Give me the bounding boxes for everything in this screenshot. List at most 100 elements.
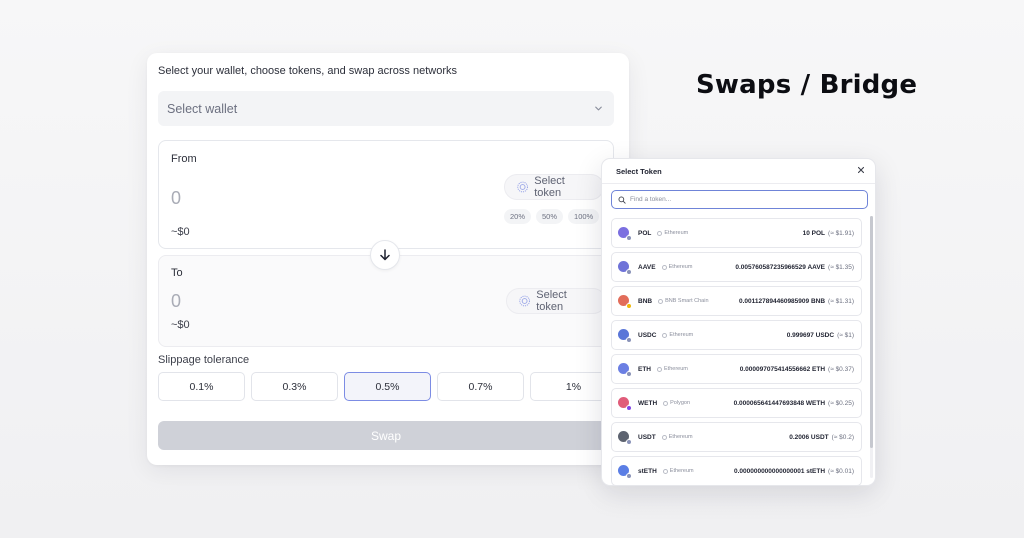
slippage-option[interactable]: 0.3%: [251, 372, 338, 401]
token-network-name: Ethereum: [664, 366, 688, 372]
to-amount: 0: [171, 291, 182, 311]
token-balance-amount: 0.000000000000000001 stETH: [733, 467, 826, 475]
token-logo-icon: [618, 430, 632, 445]
token-logo-icon: [618, 260, 632, 275]
token-row[interactable]: ETH Ethereum 0.000097075414556662 ETH (≈ $0…: [611, 354, 862, 384]
token-logo-icon: [618, 362, 632, 377]
scrollbar-thumb[interactable]: [870, 216, 873, 448]
network-badge-icon: [626, 336, 632, 343]
slippage-title: Slippage tolerance: [158, 354, 250, 366]
token-symbol: POL: [638, 229, 652, 237]
from-amount-input[interactable]: 0: [171, 188, 181, 209]
token-symbol: stETH: [638, 467, 657, 475]
flip-direction-button[interactable]: [370, 240, 400, 270]
network-badge-icon: [626, 472, 632, 479]
to-usd-value: ~$0: [171, 319, 190, 331]
network-icon: [658, 298, 664, 304]
token-symbol: ETH: [638, 365, 651, 373]
token-network: Ethereum: [662, 332, 693, 338]
network-badge-icon: [626, 234, 632, 241]
token-symbol: AAVE: [638, 263, 656, 271]
token-balance: 10 POL (≈ $1.91): [803, 230, 854, 237]
network-icon: [661, 434, 667, 440]
token-balance-usd: (≈ $1.31): [828, 297, 854, 305]
slippage-option[interactable]: 0.1%: [158, 372, 245, 401]
wallet-select[interactable]: Select wallet: [158, 91, 614, 126]
token-balance-amount: 10 POL: [802, 229, 826, 237]
network-icon: [662, 468, 668, 474]
wallet-select-placeholder: Select wallet: [167, 101, 238, 116]
network-icon: [657, 230, 663, 236]
from-select-token-label: Select token: [534, 175, 565, 199]
token-balance-amount: 0.001127894460985909 BNB: [739, 297, 826, 305]
token-list-scrollbar[interactable]: [870, 216, 873, 478]
network-badge-icon: [626, 370, 632, 377]
token-network-name: Polygon: [670, 400, 691, 406]
token-balance-usd: (≈ $1.35): [828, 263, 854, 271]
token-network: Polygon: [663, 400, 690, 406]
arrow-down-icon: [380, 249, 390, 261]
token-row[interactable]: WETH Polygon 0.000065641447693848 WETH (≈ $…: [611, 388, 862, 418]
token-placeholder-icon: [519, 295, 531, 307]
token-network-name: Ethereum: [668, 434, 693, 440]
token-logo-icon: [618, 464, 632, 479]
close-icon[interactable]: [855, 164, 867, 176]
token-network: Ethereum: [661, 434, 693, 440]
network-icon: [663, 400, 669, 406]
token-logo-icon: [618, 328, 632, 343]
token-symbol: BNB: [638, 297, 653, 305]
token-row[interactable]: stETH Ethereum 0.000000000000000001 stETH(…: [611, 456, 862, 485]
token-search-input[interactable]: [630, 196, 850, 203]
token-balance-amount: 0.999697 USDC: [786, 331, 835, 339]
network-icon: [662, 332, 668, 338]
percent-presets: 20% 50% 100%: [504, 209, 600, 224]
token-balance-amount: 0.2006 USDT: [789, 433, 829, 441]
swap-button[interactable]: Swap: [158, 421, 614, 450]
swap-caption: Select your wallet, choose tokens, and s…: [158, 65, 457, 77]
network-badge-icon: [626, 302, 632, 309]
token-balance: 0.005760587235966529 AAVE (≈ $1.35): [735, 264, 854, 271]
token-balance-usd: (≈ $0.2): [831, 433, 854, 441]
token-list: POL Ethereum 10 POL (≈ $1.91) AAVE Ethereum 0.…: [611, 218, 862, 485]
from-panel: From 0 ~$0 Select token 20% 50% 100%: [158, 140, 614, 249]
token-logo-icon: [618, 294, 632, 309]
token-balance-usd: (≈ $0.25): [828, 399, 854, 407]
select-token-modal: Select Token POL Ethereum 10 POL(≈ $1.91) A…: [601, 158, 876, 486]
percent-button-50[interactable]: 50%: [536, 209, 564, 224]
token-placeholder-icon: [517, 181, 529, 193]
percent-button-100[interactable]: 100%: [568, 209, 600, 224]
network-badge-icon: [626, 438, 632, 445]
percent-button-20[interactable]: 20%: [504, 209, 532, 224]
modal-divider: [602, 183, 875, 184]
token-balance: 0.000065641447693848 WETH (≈ $0.25): [734, 400, 854, 407]
from-select-token-button[interactable]: Select token: [504, 174, 604, 200]
swap-card: Select your wallet, choose tokens, and s…: [147, 53, 629, 465]
network-badge-icon: [626, 268, 632, 275]
token-balance-amount: 0.000097075414556662 ETH: [739, 365, 826, 373]
token-row[interactable]: POL Ethereum 10 POL (≈ $1.91): [611, 218, 862, 248]
token-row[interactable]: USDT Ethereum 0.2006 USDT (≈ $0.2): [611, 422, 862, 452]
slippage-option[interactable]: 0.7%: [437, 372, 524, 401]
token-symbol: WETH: [638, 399, 658, 407]
token-logo-icon: [618, 226, 632, 241]
token-row[interactable]: BNB BNB Smart Chain 0.001127894460985909 B…: [611, 286, 862, 316]
to-select-token-label: Select token: [536, 289, 567, 313]
token-logo-icon: [618, 396, 632, 411]
slippage-option-selected[interactable]: 0.5%: [344, 372, 431, 401]
search-icon: [618, 196, 626, 204]
token-symbol: USDC: [638, 331, 657, 339]
token-row[interactable]: USDC Ethereum 0.999697 USDC (≈ $1): [611, 320, 862, 350]
token-network-name: Ethereum: [664, 230, 689, 236]
page-headline: Swaps / Bridge: [696, 70, 918, 100]
token-network: BNB Smart Chain: [658, 298, 709, 304]
token-network-name: Ethereum: [669, 468, 694, 474]
token-network-name: BNB Smart Chain: [665, 298, 709, 304]
token-balance-amount: 0.005760587235966529 AAVE: [735, 263, 826, 271]
token-search-box[interactable]: [611, 190, 868, 209]
token-row[interactable]: AAVE Ethereum 0.005760587235966529 AAVE (≈ …: [611, 252, 862, 282]
to-select-token-button[interactable]: Select token: [506, 288, 606, 314]
token-network: Ethereum: [662, 468, 694, 474]
token-balance-usd: (≈ $0.37): [828, 365, 854, 373]
token-balance: 0.999697 USDC (≈ $1): [787, 332, 854, 339]
network-icon: [661, 264, 667, 270]
